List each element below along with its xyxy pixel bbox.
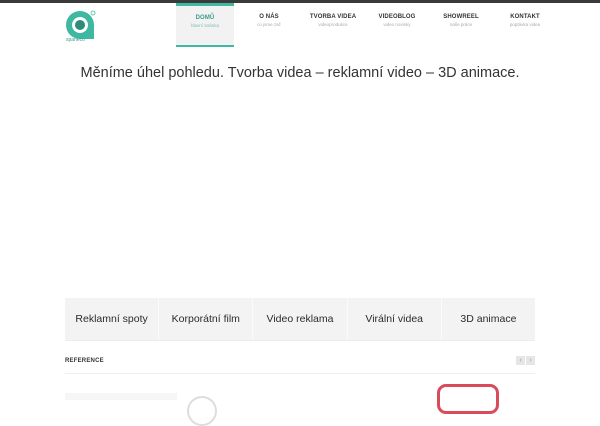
nav-item-subtitle: naše práce <box>449 22 473 27</box>
page-tagline: Měníme úhel pohledu. Tvorba videa – rekl… <box>80 65 520 81</box>
logo-text: spaneco <box>66 37 85 43</box>
nav-item-subtitle: videoprodukce <box>318 22 348 27</box>
nav-item-title: TVORBA VIDEA <box>309 14 357 20</box>
reference-thumbnail-logo[interactable] <box>187 396 217 426</box>
category-3d-animace[interactable]: 3D animace <box>442 298 535 340</box>
category-korporatni-film[interactable]: Korporátní film <box>159 298 254 340</box>
nav-item-title: SHOWREEL <box>443 14 479 20</box>
carousel-prev-button[interactable]: ‹ <box>516 356 525 365</box>
nav-item-tvorba-videa[interactable]: TVORBA VIDEA videoprodukce <box>304 3 362 47</box>
reference-carousel-controls: ‹ › <box>516 356 535 365</box>
nav-item-subtitle: poptávka videa <box>509 22 541 27</box>
reference-thumbnail-logo[interactable] <box>437 384 499 414</box>
nav-item-showreel[interactable]: SHOWREEL naše práce <box>432 3 490 47</box>
nav-item-subtitle: video novinky <box>383 22 411 27</box>
nav-item-subtitle: co jsme zač <box>257 22 281 27</box>
nav-active-indicator <box>176 45 234 47</box>
carousel-next-button[interactable]: › <box>526 356 535 365</box>
logo-icon[interactable] <box>64 9 104 49</box>
nav-item-domu[interactable]: DOMŮ hlavní stránka <box>176 3 234 47</box>
nav-item-subtitle: hlavní stránka <box>190 23 219 28</box>
nav-item-videoblog[interactable]: VIDEOBLOG video novinky <box>368 3 426 47</box>
nav-item-kontakt[interactable]: KONTAKT poptávka videa <box>496 3 554 47</box>
nav-item-title: DOMŮ <box>195 15 215 21</box>
main-nav: DOMŮ hlavní stránka O NÁS co jsme zač TV… <box>176 3 560 47</box>
nav-item-title: O NÁS <box>259 14 279 20</box>
category-strip: Reklamní spoty Korporátní film Video rek… <box>65 298 535 341</box>
nav-item-title: VIDEOBLOG <box>378 14 416 20</box>
nav-item-title: KONTAKT <box>510 14 540 20</box>
category-video-reklama[interactable]: Video reklama <box>253 298 348 340</box>
reference-divider <box>65 373 535 374</box>
category-reklamni-spoty[interactable]: Reklamní spoty <box>65 298 160 340</box>
nav-item-o-nas[interactable]: O NÁS co jsme zač <box>240 3 298 47</box>
category-viralni-videa[interactable]: Virální videa <box>348 298 442 340</box>
reference-thumbnail[interactable] <box>65 393 177 400</box>
reference-heading: REFERENCE <box>65 358 104 364</box>
